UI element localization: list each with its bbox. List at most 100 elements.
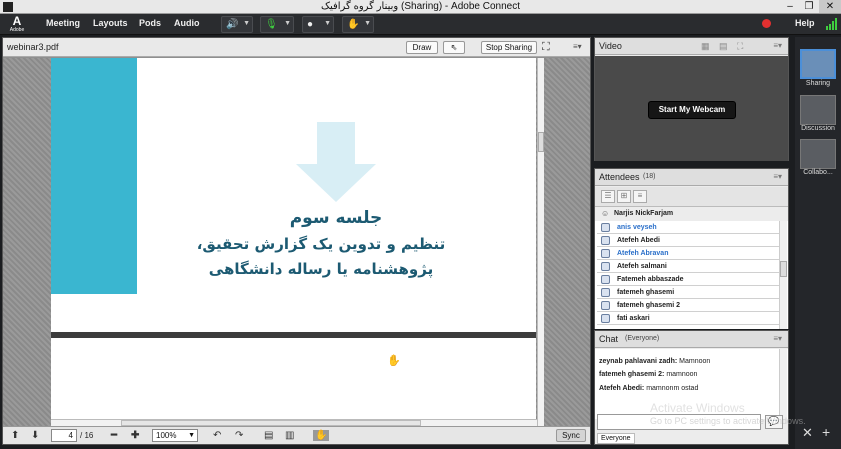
adobe-logo: A Adobe	[6, 15, 28, 34]
menu-layouts[interactable]: Layouts	[93, 18, 128, 28]
vertical-scrollbar[interactable]	[537, 58, 544, 426]
attendee-scrollbar[interactable]	[779, 221, 787, 329]
status-view-icon[interactable]: ≡	[633, 190, 647, 203]
layout-discussion-thumb[interactable]	[800, 95, 836, 125]
attendees-pod: Attendees (18) ≡▾ ☰ ⊞ ≡ ☺ Narjis NickFar…	[594, 168, 789, 329]
layout-discussion-label[interactable]: Discussion	[795, 125, 841, 132]
page-total: / 16	[80, 431, 94, 440]
record-icon[interactable]	[762, 19, 771, 28]
chat-recipient-tab[interactable]: Everyone	[597, 433, 635, 444]
horizontal-scrollbar[interactable]	[51, 419, 537, 426]
attendee-name: Atefeh Abravan	[617, 250, 669, 257]
chat-text: Mamnoon	[679, 358, 711, 365]
vertical-scroll-thumb[interactable]	[538, 132, 544, 152]
attendee-count: (18)	[643, 173, 656, 180]
menu-meeting[interactable]: Meeting	[46, 18, 80, 28]
layout-sharing-label[interactable]: Sharing	[795, 80, 841, 87]
grid-view-icon[interactable]: ▦	[701, 41, 710, 52]
share-pod: webinar3.pdf Draw ⇖ Stop Sharing ⛶ ≡▾ جل…	[2, 37, 591, 445]
webcam-button[interactable]: ● ▼	[302, 16, 334, 33]
microphone-icon: 🎙	[265, 19, 278, 30]
stop-sharing-button[interactable]: Stop Sharing	[481, 41, 537, 54]
attendee-row[interactable]: anis veyseh	[597, 221, 779, 234]
chat-message: Atefeh Abedi: mamnonm ostad	[599, 385, 698, 392]
attendee-scroll-thumb[interactable]	[780, 261, 787, 277]
attendee-name: Fatemeh abbaszade	[617, 276, 684, 283]
zoom-out-icon[interactable]: ━	[111, 430, 117, 441]
close-button[interactable]: ✕	[819, 0, 841, 13]
list-view-icon[interactable]: ☰	[601, 190, 615, 203]
chat-message: zeynab pahlavani zadh: Mamnoon	[599, 358, 710, 365]
adobe-logo-text: Adobe	[9, 27, 25, 33]
chat-scrollbar[interactable]	[779, 349, 787, 419]
menu-help[interactable]: Help	[795, 18, 815, 28]
page-down-icon[interactable]: ⬇	[31, 430, 39, 441]
video-pod: Video ▦ ▤ ⛶ ≡▾ Start My Webcam	[594, 37, 789, 161]
zoom-value: 100%	[156, 431, 177, 440]
pod-menu-icon[interactable]: ≡▾	[773, 172, 782, 181]
raise-hand-button[interactable]: ✋ ▼	[342, 16, 374, 33]
raise-hand-icon: ✋	[347, 19, 360, 30]
attendee-name: Atefeh salmani	[617, 263, 667, 270]
pod-menu-icon[interactable]: ≡▾	[773, 334, 782, 343]
chevron-down-icon: ▼	[284, 20, 291, 27]
pointer-icon: ⇖	[450, 43, 458, 52]
layout-collaboration-label[interactable]: Collabo...	[795, 169, 841, 176]
zoom-select[interactable]: 100% ▼	[152, 429, 198, 442]
chat-scope: (Everyone)	[625, 335, 660, 342]
webcam-icon: ●	[307, 19, 314, 30]
attendee-row[interactable]: fatemeh ghasemi 2	[597, 299, 779, 312]
slide-accent-bar	[51, 58, 137, 294]
attendee-row[interactable]: Atefeh Abedi	[597, 234, 779, 247]
attendee-name: fatemeh ghasemi 2	[617, 302, 681, 309]
chat-sender: Atefeh Abedi:	[599, 385, 645, 392]
menu-pods[interactable]: Pods	[139, 18, 161, 28]
share-pod-footer: ⬆ ⬇ 4 / 16 ━ ✚ 100% ▼ ↶ ↷ ▤ ▥ ✋ Sync	[3, 426, 590, 444]
attendee-row[interactable]: Atefeh salmani	[597, 260, 779, 273]
chat-pod-header: Chat (Everyone) ≡▾	[595, 331, 788, 348]
microphone-button[interactable]: 🎙 ▼	[260, 16, 294, 33]
sync-button[interactable]: Sync	[556, 429, 586, 442]
restore-button[interactable]: ❐	[800, 0, 818, 13]
window-title-bar: وبینار گروه گرافیک (Sharing) - Adobe Con…	[0, 0, 841, 14]
attendee-row[interactable]: fati askari	[597, 312, 779, 325]
layout-collaboration-thumb[interactable]	[800, 139, 836, 169]
attendee-name: fatemeh ghasemi	[617, 289, 675, 296]
single-page-icon[interactable]: ▤	[264, 430, 273, 441]
chevron-down-icon: ▼	[364, 20, 371, 27]
breakout-icon[interactable]: ⊞	[617, 190, 631, 203]
attendee-row[interactable]: Fatemeh abbaszade	[597, 273, 779, 286]
pod-menu-icon[interactable]: ≡▾	[573, 42, 582, 51]
hand-tool-icon[interactable]: ✋	[313, 430, 330, 441]
attendee-row[interactable]: fatemeh ghasemi	[597, 286, 779, 299]
chat-message: fatemeh ghasemi 2: mamnoon	[599, 371, 697, 378]
rotate-left-icon[interactable]: ↶	[213, 430, 221, 441]
start-webcam-button[interactable]: Start My Webcam	[648, 101, 736, 119]
attendees-pod-header: Attendees (18) ≡▾	[595, 169, 788, 186]
draw-button[interactable]: Draw	[406, 41, 438, 54]
user-icon	[601, 236, 610, 245]
chat-sender: fatemeh ghasemi 2:	[599, 371, 665, 378]
rotate-right-icon[interactable]: ↷	[235, 430, 243, 441]
signal-bars-icon	[826, 18, 838, 30]
page-up-icon[interactable]: ⬆	[11, 430, 19, 441]
speaker-button[interactable]: 🔊 ▼	[221, 16, 253, 33]
attendee-row[interactable]: Atefeh Abravan	[597, 247, 779, 260]
fullscreen-icon[interactable]: ⛶	[542, 41, 550, 54]
attendees-toolbar: ☰ ⊞ ≡	[595, 187, 788, 207]
fullscreen-icon[interactable]: ⛶	[737, 41, 743, 52]
two-page-icon[interactable]: ▥	[285, 430, 294, 441]
layout-sharing-thumb[interactable]	[800, 49, 836, 79]
add-layout-icon[interactable]: +	[822, 424, 830, 440]
adobe-logo-mark: A	[12, 14, 22, 28]
pod-menu-icon[interactable]: ≡▾	[773, 41, 782, 50]
page-number-input[interactable]: 4	[51, 429, 77, 442]
menu-audio[interactable]: Audio	[174, 18, 200, 28]
minimize-button[interactable]: –	[781, 0, 799, 13]
zoom-in-icon[interactable]: ✚	[131, 430, 139, 441]
host-row[interactable]: ☺ Narjis NickFarjam	[595, 208, 788, 220]
close-layout-icon[interactable]: ✕	[802, 425, 813, 441]
pointer-button[interactable]: ⇖	[443, 41, 465, 54]
chat-text: mamnonm ostad	[646, 385, 699, 392]
filmstrip-view-icon[interactable]: ▤	[719, 41, 728, 52]
